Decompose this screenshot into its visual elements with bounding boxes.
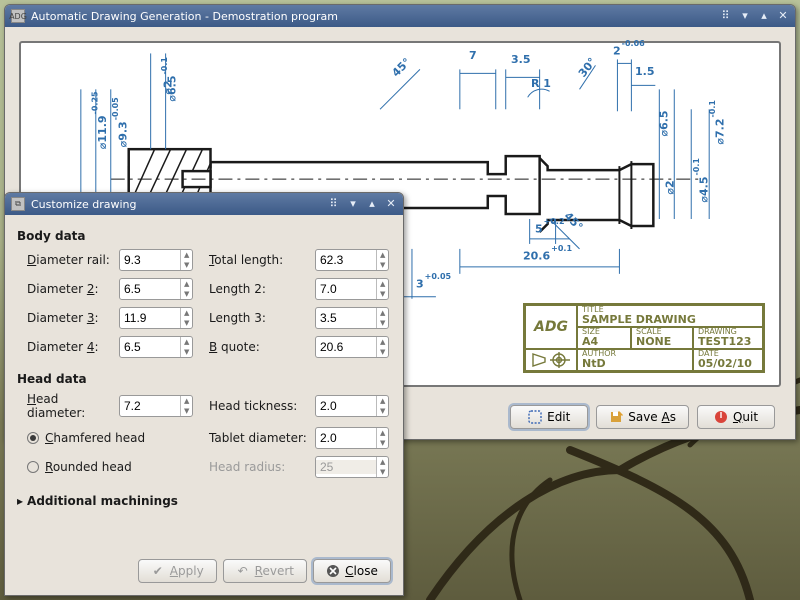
head-diameter-input[interactable]: ▲▼ [119,395,193,417]
dialog-title: Customize drawing [31,198,137,211]
diameter-4-label: Diameter 4: [17,340,113,354]
body-data-heading: Body data [17,229,391,243]
rounded-head-radio[interactable]: Rounded head [17,460,193,474]
main-title: Automatic Drawing Generation - Demostrat… [31,10,338,23]
minimize-icon[interactable]: ▾ [737,7,753,23]
close-icon[interactable]: ✕ [383,195,399,211]
diameter-2-input[interactable]: ▲▼ [119,278,193,300]
main-toolbar: Edit Save As Quit [510,405,775,429]
apply-icon: ✔ [151,564,165,578]
customize-dialog: ⧉ Customize drawing ⠿ ▾ ▴ ✕ Body data Di… [4,192,404,596]
window-grip-icon[interactable]: ⠿ [326,195,342,211]
chamfered-head-radio[interactable]: Chamfered head [17,431,193,445]
tablet-diameter-input[interactable]: ▲▼ [315,427,389,449]
head-radius-label: Head radius: [199,460,309,474]
diameter-3-label: Diameter 3: [17,311,113,325]
diameter-rail-label: Diameter rail: [17,253,113,267]
b-quote-input[interactable]: ▲▼ [315,336,389,358]
logo-cell: ADG [525,305,577,349]
head-data-heading: Head data [17,372,391,386]
shade-icon[interactable]: ▾ [345,195,361,211]
radio-on-icon [27,432,39,444]
window-grip-icon[interactable]: ⠿ [718,7,734,23]
title-block: ADG TITLESAMPLE DRAWING SIZEA4 SCALENONE… [523,303,765,373]
main-titlebar[interactable]: ADG Automatic Drawing Generation - Demos… [5,5,795,27]
head-radius-input: ▲▼ [315,456,389,478]
apply-button: ✔ Apply [138,559,217,583]
total-length-label: Total length: [199,253,309,267]
diameter-rail-input[interactable]: ▲▼ [119,249,193,271]
edit-button[interactable]: Edit [510,405,588,429]
radio-off-icon [27,461,39,473]
dialog-titlebar[interactable]: ⧉ Customize drawing ⠿ ▾ ▴ ✕ [5,193,403,215]
length-3-label: Length 3: [199,311,309,325]
app-icon: ⧉ [11,197,25,211]
additional-machinings-expander[interactable]: ▸ Additional machinings [17,494,391,508]
chevron-right-icon: ▸ [17,494,23,508]
close-button[interactable]: Close [313,559,391,583]
max-icon[interactable]: ▴ [364,195,380,211]
revert-icon: ↶ [236,564,250,578]
edit-icon [528,410,542,424]
length-2-label: Length 2: [199,282,309,296]
head-diameter-label: Head diameter: [17,392,113,420]
close-dialog-icon [326,564,340,578]
projection-icon [525,349,577,371]
revert-button: ↶ Revert [223,559,307,583]
up-icon: ▲ [181,250,192,260]
save-as-button[interactable]: Save As [596,405,689,429]
diameter-3-input[interactable]: ▲▼ [119,307,193,329]
total-length-input[interactable]: ▲▼ [315,249,389,271]
length-3-input[interactable]: ▲▼ [315,307,389,329]
quit-button[interactable]: Quit [697,405,775,429]
quit-icon [714,410,728,424]
diameter-2-label: Diameter 2: [17,282,113,296]
diameter-4-input[interactable]: ▲▼ [119,336,193,358]
head-thickness-label: Head tickness: [199,399,309,413]
save-icon [609,410,623,424]
head-thickness-input[interactable]: ▲▼ [315,395,389,417]
close-icon[interactable]: ✕ [775,7,791,23]
maximize-icon[interactable]: ▴ [756,7,772,23]
down-icon: ▼ [181,260,192,270]
app-icon: ADG [11,9,25,23]
tablet-diameter-label: Tablet diameter: [199,431,309,445]
b-quote-label: B quote: [199,340,309,354]
length-2-input[interactable]: ▲▼ [315,278,389,300]
